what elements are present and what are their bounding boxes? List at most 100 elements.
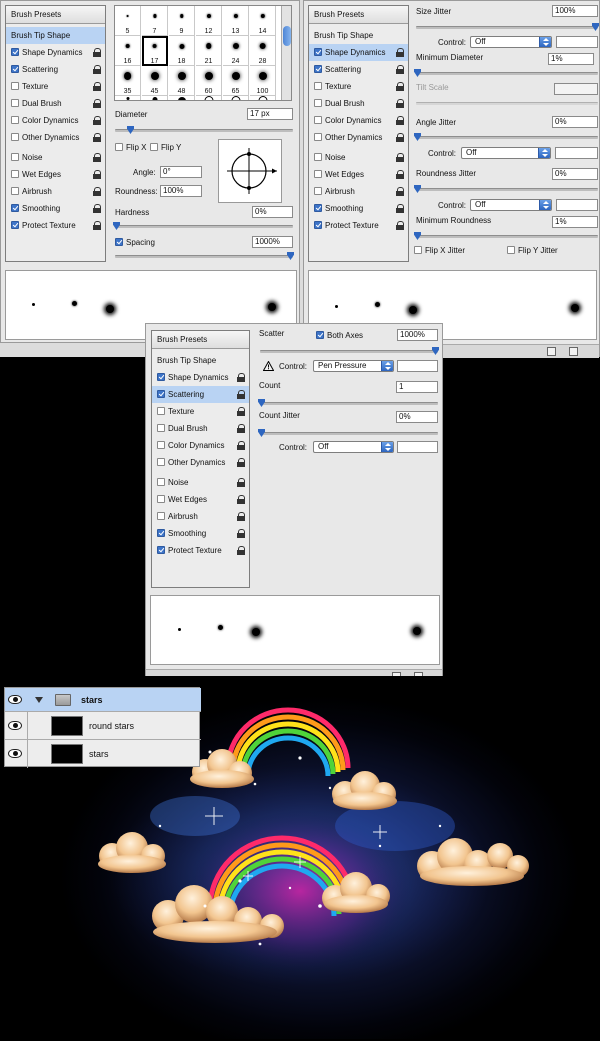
flip-y-jitter-checkbox[interactable]: Flip Y Jitter (507, 246, 558, 256)
angle-control-dropdown[interactable]: Off (461, 147, 551, 159)
settings-item-other-dynamics[interactable]: Other Dynamics (152, 454, 249, 471)
brush-preset-cell[interactable] (223, 96, 249, 100)
lock-icon[interactable] (237, 373, 245, 382)
roundness-control-dropdown[interactable]: Off (470, 199, 552, 211)
checkbox[interactable] (11, 133, 19, 141)
brush-preset-cell[interactable]: 28 (250, 36, 276, 66)
settings-item-wet-edges[interactable]: Wet Edges (152, 491, 249, 508)
brush-preset-cell[interactable]: 12 (196, 6, 222, 36)
lock-icon[interactable] (93, 48, 101, 57)
checkbox[interactable] (157, 458, 165, 466)
lock-icon[interactable] (93, 99, 101, 108)
brush-preset-cell[interactable]: 17 (142, 36, 168, 66)
settings-item-color-dynamics[interactable]: Color Dynamics (309, 112, 408, 129)
eye-icon[interactable] (8, 749, 22, 758)
lock-icon[interactable] (93, 170, 101, 179)
brush-preset-grid[interactable]: 5 7 9 12 13 14 16 17 18 21 24 28 35 45 48 60 65 100 (114, 5, 292, 101)
lock-icon[interactable] (396, 99, 404, 108)
lock-icon[interactable] (237, 407, 245, 416)
spacing-slider[interactable] (115, 252, 294, 260)
settings-item-texture[interactable]: Texture (309, 78, 408, 95)
scatter-field[interactable]: 1000% (397, 329, 438, 341)
lock-icon[interactable] (237, 424, 245, 433)
checkbox[interactable] (157, 441, 165, 449)
settings-item-noise[interactable]: Noise (6, 149, 105, 166)
brush-preset-cell[interactable] (115, 96, 141, 100)
min-diameter-slider[interactable] (414, 69, 598, 77)
settings-item-scattering[interactable]: Scattering (309, 61, 408, 78)
layer-row[interactable]: round stars (5, 712, 201, 740)
lock-icon[interactable] (237, 512, 245, 521)
settings-item-wet-edges[interactable]: Wet Edges (6, 166, 105, 183)
grid-scrollbar[interactable] (281, 6, 291, 100)
brush-preset-cell[interactable]: 48 (169, 66, 195, 96)
checkbox[interactable] (157, 478, 165, 486)
brush-preset-cell[interactable] (196, 96, 222, 100)
roundness-jitter-field[interactable]: 0% (552, 168, 598, 180)
hardness-field[interactable]: 0% (252, 206, 293, 218)
checkbox[interactable] (157, 512, 165, 520)
count-jitter-slider[interactable] (258, 429, 438, 437)
checkbox[interactable] (314, 82, 322, 90)
checkbox[interactable] (157, 546, 165, 554)
brush-preset-cell[interactable]: 5 (115, 6, 141, 36)
brush-preset-cell[interactable]: 18 (169, 36, 195, 66)
checkbox[interactable] (314, 133, 322, 141)
settings-item-brush-tip-shape[interactable]: Brush Tip Shape (6, 27, 105, 44)
lock-icon[interactable] (93, 221, 101, 230)
checkbox[interactable] (157, 424, 165, 432)
brush-preset-cell[interactable]: 9 (169, 6, 195, 36)
lock-icon[interactable] (396, 187, 404, 196)
roundness-field[interactable]: 100% (160, 185, 202, 197)
checkbox[interactable] (314, 221, 322, 229)
checkbox[interactable] (11, 204, 19, 212)
lock-icon[interactable] (396, 65, 404, 74)
checkbox[interactable] (11, 48, 19, 56)
settings-item-protect-texture[interactable]: Protect Texture (309, 217, 408, 234)
roundness-control-field[interactable] (556, 199, 598, 211)
settings-item-texture[interactable]: Texture (6, 78, 105, 95)
settings-item-brush-tip-shape[interactable]: Brush Tip Shape (152, 352, 249, 369)
checkbox[interactable] (11, 65, 19, 73)
settings-item-protect-texture[interactable]: Protect Texture (6, 217, 105, 234)
checkbox[interactable] (314, 48, 322, 56)
checkbox[interactable] (157, 373, 165, 381)
checkbox[interactable] (314, 187, 322, 195)
lock-icon[interactable] (237, 495, 245, 504)
settings-item-airbrush[interactable]: Airbrush (152, 508, 249, 525)
min-roundness-slider[interactable] (414, 232, 598, 240)
new-preset-icon[interactable] (547, 347, 556, 356)
brush-preset-cell[interactable]: 100 (250, 66, 276, 96)
checkbox[interactable] (11, 221, 19, 229)
diameter-field[interactable]: 17 px (247, 108, 293, 120)
lock-icon[interactable] (237, 529, 245, 538)
min-diameter-knob[interactable] (414, 69, 421, 77)
brush-preset-cell[interactable]: 45 (142, 66, 168, 96)
angle-field[interactable]: 0° (160, 166, 202, 178)
lock-icon[interactable] (93, 204, 101, 213)
checkbox[interactable] (157, 495, 165, 503)
count-jitter-field[interactable]: 0% (396, 411, 438, 423)
checkbox[interactable] (314, 116, 322, 124)
checkbox[interactable] (11, 99, 19, 107)
lock-icon[interactable] (237, 546, 245, 555)
eye-icon[interactable] (8, 721, 22, 730)
eye-icon[interactable] (8, 695, 22, 704)
count-slider[interactable] (258, 399, 438, 407)
brush-preset-cell[interactable] (169, 96, 195, 100)
settings-item-other-dynamics[interactable]: Other Dynamics (309, 129, 408, 146)
lock-icon[interactable] (396, 48, 404, 57)
scatter-slider[interactable] (260, 347, 439, 355)
checkbox[interactable] (11, 82, 19, 90)
settings-item-texture[interactable]: Texture (152, 403, 249, 420)
lock-icon[interactable] (93, 116, 101, 125)
both-axes-checkbox[interactable]: Both Axes (316, 331, 363, 341)
scatter-control-dropdown[interactable]: Pen Pressure (313, 360, 394, 372)
settings-item-airbrush[interactable]: Airbrush (309, 183, 408, 200)
settings-item-noise[interactable]: Noise (152, 474, 249, 491)
layer-group-row[interactable]: stars (5, 688, 201, 712)
angle-jitter-knob[interactable] (414, 133, 421, 141)
settings-item-smoothing[interactable]: Smoothing (6, 200, 105, 217)
diameter-slider[interactable] (115, 126, 293, 134)
lock-icon[interactable] (396, 116, 404, 125)
